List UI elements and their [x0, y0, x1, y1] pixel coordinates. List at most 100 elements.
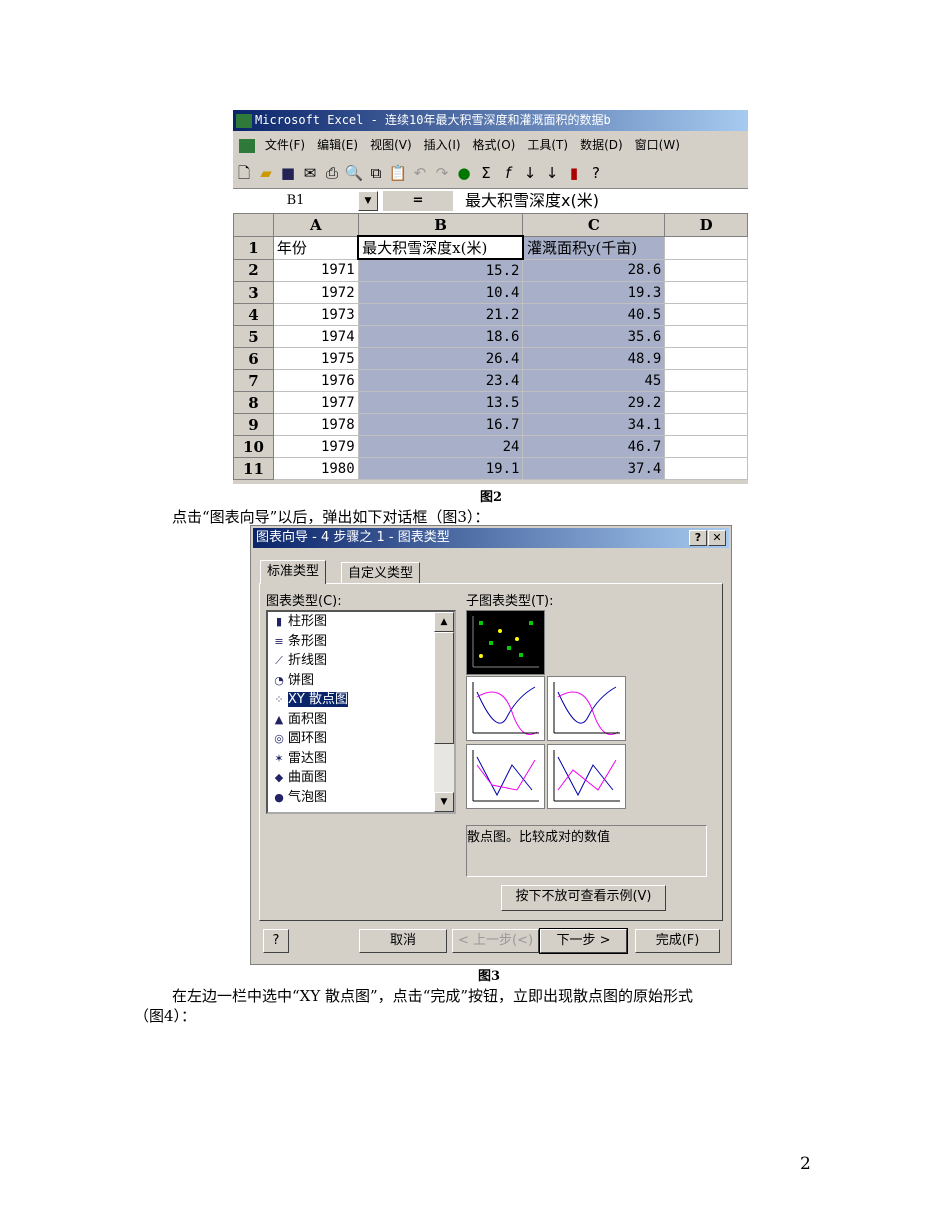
cell-d[interactable] [664, 413, 748, 436]
chart-type-list[interactable]: ▮ 柱形图 ≡ 条形图 ⟋ 折线图 ◔ 饼图 ⁘ XY 散点图 ▲ 面积图 ◎ 圆环图 ✶ 雷达图 ◆ 曲面图 ● 气… [266, 610, 456, 814]
row-header[interactable]: 11 [233, 457, 274, 480]
cell-c[interactable]: 40.5 [522, 303, 666, 326]
subtype-lines-markers[interactable] [466, 744, 545, 809]
autosum-icon[interactable]: Σ [475, 159, 497, 187]
cell-b[interactable]: 26.4 [357, 347, 524, 370]
cell-c[interactable]: 29.2 [522, 391, 666, 414]
list-scrollbar[interactable]: ▲ ▼ [434, 612, 454, 812]
cell-d[interactable] [664, 303, 748, 326]
tab-custom-types[interactable]: 自定义类型 [341, 562, 421, 584]
cell-c[interactable]: 46.7 [522, 435, 666, 458]
undo-icon[interactable]: ↶ [409, 159, 431, 187]
cell-a[interactable]: 1972 [272, 281, 359, 304]
name-box[interactable]: B1 [233, 191, 358, 211]
cell-a[interactable]: 1979 [272, 435, 359, 458]
tab-standard-types[interactable]: 标准类型 [260, 560, 327, 584]
redo-icon[interactable]: ↷ [431, 159, 453, 187]
sort-desc-icon[interactable]: ↓ [541, 159, 563, 187]
cancel-button[interactable]: 取消 [359, 929, 447, 953]
chart-wizard-icon[interactable]: ▮ [563, 159, 585, 187]
paste-icon[interactable]: 📋 [387, 159, 409, 187]
cell-a[interactable]: 1977 [272, 391, 359, 414]
row-header[interactable]: 8 [233, 391, 274, 414]
menu-file[interactable]: 文件(F) [265, 138, 305, 152]
chart-type-item[interactable]: ✶ 雷达图 [268, 749, 454, 769]
cell-b[interactable]: 最大积雪深度x(米) [357, 235, 524, 260]
close-button[interactable]: ✕ [708, 530, 726, 546]
save-icon[interactable]: ■ [277, 159, 299, 187]
cell-b[interactable]: 23.4 [357, 369, 524, 392]
cell-d[interactable] [664, 258, 748, 282]
open-icon[interactable]: ▰ [255, 159, 277, 187]
back-button[interactable]: < 上一步(<) [452, 929, 539, 953]
chart-type-item[interactable]: ● 气泡图 [268, 788, 454, 808]
menu-view[interactable]: 视图(V) [370, 138, 412, 152]
column-header-a[interactable]: A [272, 213, 359, 237]
cell-c[interactable]: 19.3 [522, 281, 666, 304]
print-icon[interactable]: ⎙ [321, 159, 343, 187]
chart-type-item[interactable]: ◎ 圆环图 [268, 729, 454, 749]
cell-b[interactable]: 24 [357, 435, 524, 458]
cell-b[interactable]: 18.6 [357, 325, 524, 348]
cell-b[interactable]: 13.5 [357, 391, 524, 414]
cell-a[interactable]: 1975 [272, 347, 359, 370]
copy-icon[interactable]: ⧉ [365, 159, 387, 187]
row-header[interactable]: 7 [233, 369, 274, 392]
cell-a[interactable]: 1978 [272, 413, 359, 436]
chart-type-item[interactable]: ▮ 柱形图 [268, 612, 454, 632]
chart-type-item[interactable]: ◆ 曲面图 [268, 768, 454, 788]
cell-d[interactable] [664, 325, 748, 348]
row-header[interactable]: 9 [233, 413, 274, 436]
name-box-dropdown[interactable]: ▼ [358, 191, 378, 211]
row-header[interactable]: 1 [233, 235, 274, 260]
print-preview-icon[interactable]: 🔍 [343, 159, 365, 187]
sort-asc-icon[interactable]: ↓ [519, 159, 541, 187]
cell-c[interactable]: 45 [522, 369, 666, 392]
cell-d[interactable] [664, 281, 748, 304]
cell-a[interactable]: 1976 [272, 369, 359, 392]
scroll-up-button[interactable]: ▲ [434, 612, 454, 632]
next-button[interactable]: 下一步 > [539, 928, 628, 954]
cell-b[interactable]: 15.2 [357, 258, 524, 282]
row-header[interactable]: 3 [233, 281, 274, 304]
row-header[interactable]: 5 [233, 325, 274, 348]
cell-c[interactable]: 37.4 [522, 457, 666, 480]
formula-input[interactable]: 最大积雪深度x(米) [465, 189, 599, 213]
cell-c[interactable]: 48.9 [522, 347, 666, 370]
cell-b[interactable]: 21.2 [357, 303, 524, 326]
column-header-c[interactable]: C [522, 213, 666, 237]
scroll-down-button[interactable]: ▼ [434, 792, 454, 812]
email-icon[interactable]: ✉ [299, 159, 321, 187]
row-header[interactable]: 6 [233, 347, 274, 370]
menu-insert[interactable]: 插入(I) [424, 138, 461, 152]
scroll-thumb[interactable] [434, 632, 454, 744]
menu-tools[interactable]: 工具(T) [527, 138, 568, 152]
cell-b[interactable]: 16.7 [357, 413, 524, 436]
finish-button[interactable]: 完成(F) [635, 929, 720, 953]
subtype-lines[interactable] [547, 744, 626, 809]
row-header[interactable]: 10 [233, 435, 274, 458]
cell-d[interactable] [664, 369, 748, 392]
cell-a[interactable]: 1974 [272, 325, 359, 348]
cell-d[interactable] [664, 235, 748, 260]
chart-type-item[interactable]: ⟋ 折线图 [268, 651, 454, 671]
web-icon[interactable]: ● [453, 159, 475, 187]
office-assistant-button[interactable]: ? [263, 929, 289, 953]
menu-format[interactable]: 格式(O) [473, 138, 516, 152]
subtype-scatter-markers[interactable] [466, 610, 545, 675]
cell-c[interactable]: 28.6 [522, 258, 666, 282]
menu-data[interactable]: 数据(D) [580, 138, 623, 152]
row-header[interactable]: 4 [233, 303, 274, 326]
cell-d[interactable] [664, 391, 748, 414]
subtype-smooth-markers[interactable] [466, 676, 545, 741]
preview-sample-button[interactable]: 按下不放可查看示例(V) [501, 885, 666, 911]
chart-type-item[interactable]: ≡ 条形图 [268, 632, 454, 652]
function-icon[interactable]: f [497, 159, 519, 187]
help-icon[interactable]: ? [585, 159, 607, 187]
cell-a[interactable]: 1971 [272, 258, 359, 282]
cell-c[interactable]: 灌溉面积y(千亩) [522, 235, 666, 260]
cell-d[interactable] [664, 457, 748, 480]
cell-b[interactable]: 10.4 [357, 281, 524, 304]
row-header[interactable]: 2 [233, 258, 274, 282]
column-header-b[interactable]: B [357, 213, 524, 237]
